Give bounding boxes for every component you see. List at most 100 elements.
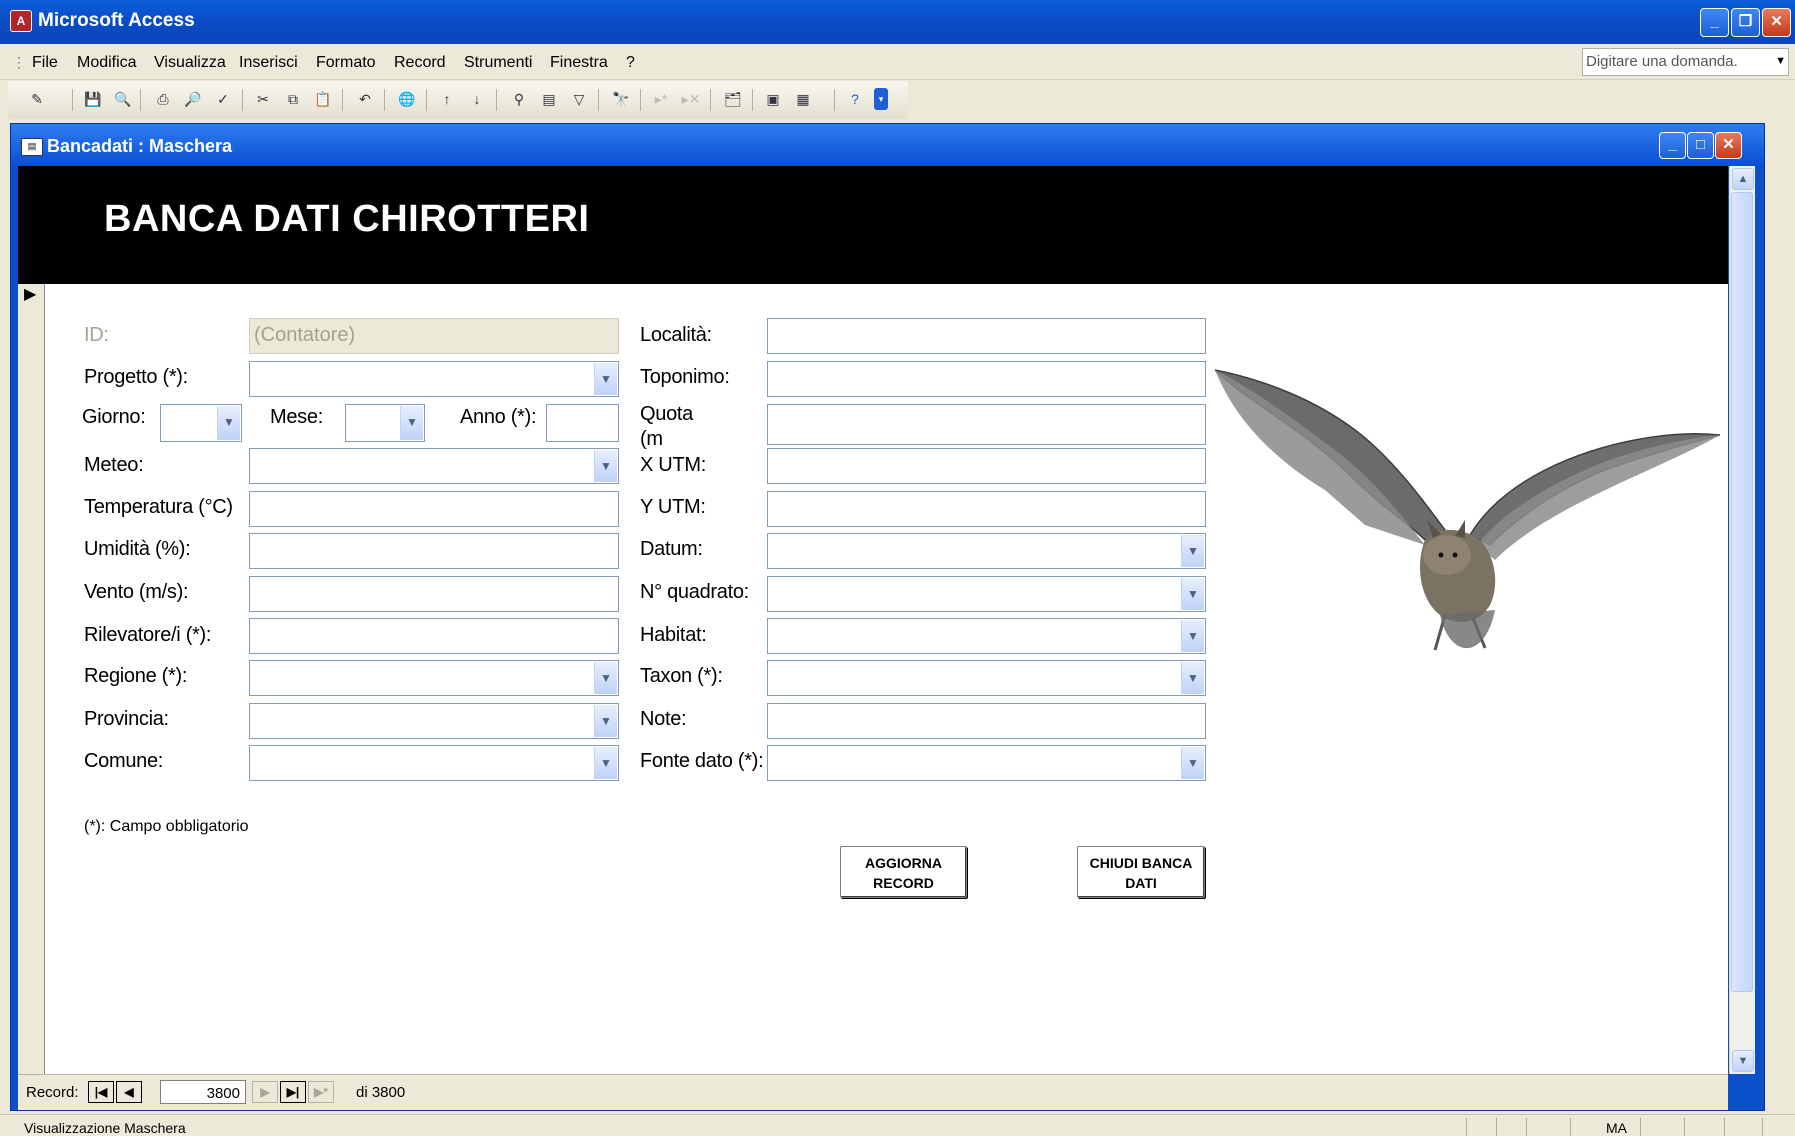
toolbar-separator: [640, 89, 641, 111]
save-icon[interactable]: 💾: [82, 88, 104, 110]
apply-filter-icon[interactable]: ▽: [568, 88, 590, 110]
new-record-icon[interactable]: ▸*: [650, 88, 672, 110]
close-icon[interactable]: ✕: [1762, 8, 1791, 37]
y-utm-field[interactable]: [767, 491, 1206, 527]
chevron-down-icon[interactable]: ▼: [594, 363, 617, 395]
meteo-combo[interactable]: ▼: [249, 448, 619, 484]
new-record-nav-icon[interactable]: ▶*: [308, 1081, 334, 1103]
access-app-icon[interactable]: A: [10, 10, 32, 32]
status-divider: [1762, 1118, 1763, 1136]
next-record-icon[interactable]: ▶: [252, 1081, 278, 1103]
menu-visualizza[interactable]: Visualizza: [154, 54, 226, 72]
menu-modifica[interactable]: Modifica: [77, 54, 137, 72]
filter-by-selection-icon[interactable]: ⚲: [508, 88, 530, 110]
design-view-icon[interactable]: ✎: [26, 88, 48, 110]
chevron-down-icon[interactable]: ▼: [594, 662, 617, 694]
copy-icon[interactable]: ⧉: [282, 88, 304, 110]
comune-combo[interactable]: ▼: [249, 745, 619, 781]
regione-combo[interactable]: ▼: [249, 660, 619, 696]
spelling-icon[interactable]: ✓: [212, 88, 234, 110]
menu-strumenti[interactable]: Strumenti: [464, 54, 532, 72]
sort-ascending-icon[interactable]: ↑: [436, 88, 458, 110]
progetto-combo[interactable]: ▼: [249, 361, 619, 397]
anno-field[interactable]: [546, 404, 619, 442]
toponimo-label: Toponimo:: [640, 366, 730, 388]
toolbar-options-icon[interactable]: ▾: [874, 88, 888, 110]
provincia-combo[interactable]: ▼: [249, 703, 619, 739]
close-button-line1: CHIUDI BANCA: [1089, 855, 1193, 871]
menu-finestra[interactable]: Finestra: [550, 54, 608, 72]
restore-icon[interactable]: ❐: [1731, 8, 1760, 37]
form-title: BANCA DATI CHIROTTERI: [104, 198, 590, 240]
update-button-line1: AGGIORNA: [865, 855, 942, 871]
menu-file[interactable]: File: [32, 54, 58, 72]
chevron-down-icon[interactable]: ▼: [1775, 55, 1786, 67]
x-utm-field[interactable]: [767, 448, 1206, 484]
previous-record-icon[interactable]: ◀: [116, 1081, 142, 1103]
menu-help[interactable]: ?: [626, 54, 635, 72]
sort-descending-icon[interactable]: ↓: [466, 88, 488, 110]
hyperlink-icon[interactable]: 🌐: [396, 88, 418, 110]
chevron-down-icon[interactable]: ▼: [400, 406, 423, 440]
minimize-icon[interactable]: _: [1659, 132, 1686, 159]
temperatura-field[interactable]: [249, 491, 619, 527]
habitat-combo[interactable]: ▼: [767, 618, 1206, 654]
chevron-down-icon[interactable]: ▼: [1181, 662, 1204, 694]
chevron-down-icon[interactable]: ▼: [1181, 535, 1204, 567]
chevron-down-icon[interactable]: ▼: [1181, 620, 1204, 652]
chevron-down-icon[interactable]: ▼: [1181, 747, 1204, 779]
chevron-down-icon[interactable]: ▼: [594, 747, 617, 779]
print-icon[interactable]: ⎙: [152, 88, 174, 110]
update-record-button[interactable]: AGGIORNA RECORD: [840, 846, 967, 898]
record-selector[interactable]: [18, 284, 45, 1074]
last-record-icon[interactable]: ▶|: [280, 1081, 306, 1103]
cut-icon[interactable]: ✂: [252, 88, 274, 110]
filter-by-form-icon[interactable]: ▤: [538, 88, 560, 110]
taxon-combo[interactable]: ▼: [767, 660, 1206, 696]
help-icon[interactable]: ?: [844, 88, 866, 110]
undo-icon[interactable]: ↶: [354, 88, 376, 110]
rilevatore-field[interactable]: [249, 618, 619, 654]
paste-icon[interactable]: 📋: [312, 88, 334, 110]
maximize-icon[interactable]: □: [1687, 132, 1714, 159]
file-search-icon[interactable]: 🔍: [112, 88, 134, 110]
chevron-down-icon[interactable]: ▼: [594, 705, 617, 737]
chevron-down-icon[interactable]: ▼: [1181, 578, 1204, 610]
delete-record-icon[interactable]: ▸✕: [680, 88, 702, 110]
status-text: Visualizzazione Maschera: [24, 1120, 186, 1136]
mese-combo[interactable]: ▼: [345, 404, 425, 442]
menu-record[interactable]: Record: [394, 54, 446, 72]
find-icon[interactable]: 🔭: [610, 88, 632, 110]
toponimo-field[interactable]: [767, 361, 1206, 397]
quadrato-combo[interactable]: ▼: [767, 576, 1206, 612]
vento-field[interactable]: [249, 576, 619, 612]
record-total: di 3800: [356, 1084, 406, 1101]
datum-combo[interactable]: ▼: [767, 533, 1206, 569]
print-preview-icon[interactable]: 🔎: [182, 88, 204, 110]
properties-icon[interactable]: 🗂: [722, 88, 744, 110]
scrollbar-thumb[interactable]: [1731, 192, 1753, 992]
chevron-down-icon[interactable]: ▼: [594, 450, 617, 482]
menu-inserisci[interactable]: Inserisci: [239, 54, 298, 72]
quota-field[interactable]: [767, 404, 1206, 445]
umidita-field[interactable]: [249, 533, 619, 569]
new-object-icon[interactable]: ▦: [792, 88, 814, 110]
scroll-down-icon[interactable]: ▼: [1732, 1050, 1754, 1072]
minimize-icon[interactable]: _: [1700, 8, 1729, 37]
first-record-icon[interactable]: |◀: [88, 1081, 114, 1103]
chevron-down-icon[interactable]: ▼: [217, 406, 240, 440]
record-label: Record:: [26, 1084, 79, 1101]
status-divider: [1640, 1118, 1641, 1136]
close-icon[interactable]: ✕: [1715, 132, 1742, 159]
current-record-input[interactable]: 3800: [160, 1080, 246, 1104]
giorno-combo[interactable]: ▼: [160, 404, 242, 442]
database-window-icon[interactable]: ▣: [762, 88, 784, 110]
note-field[interactable]: [767, 703, 1206, 739]
fonte-combo[interactable]: ▼: [767, 745, 1206, 781]
form-icon[interactable]: ▤: [21, 138, 43, 156]
scroll-up-icon[interactable]: ▲: [1732, 168, 1754, 190]
help-question-box[interactable]: Digitare una domanda. ▼: [1582, 48, 1789, 76]
close-database-button[interactable]: CHIUDI BANCA DATI: [1077, 846, 1205, 898]
localita-field[interactable]: [767, 318, 1206, 354]
menu-formato[interactable]: Formato: [316, 54, 376, 72]
